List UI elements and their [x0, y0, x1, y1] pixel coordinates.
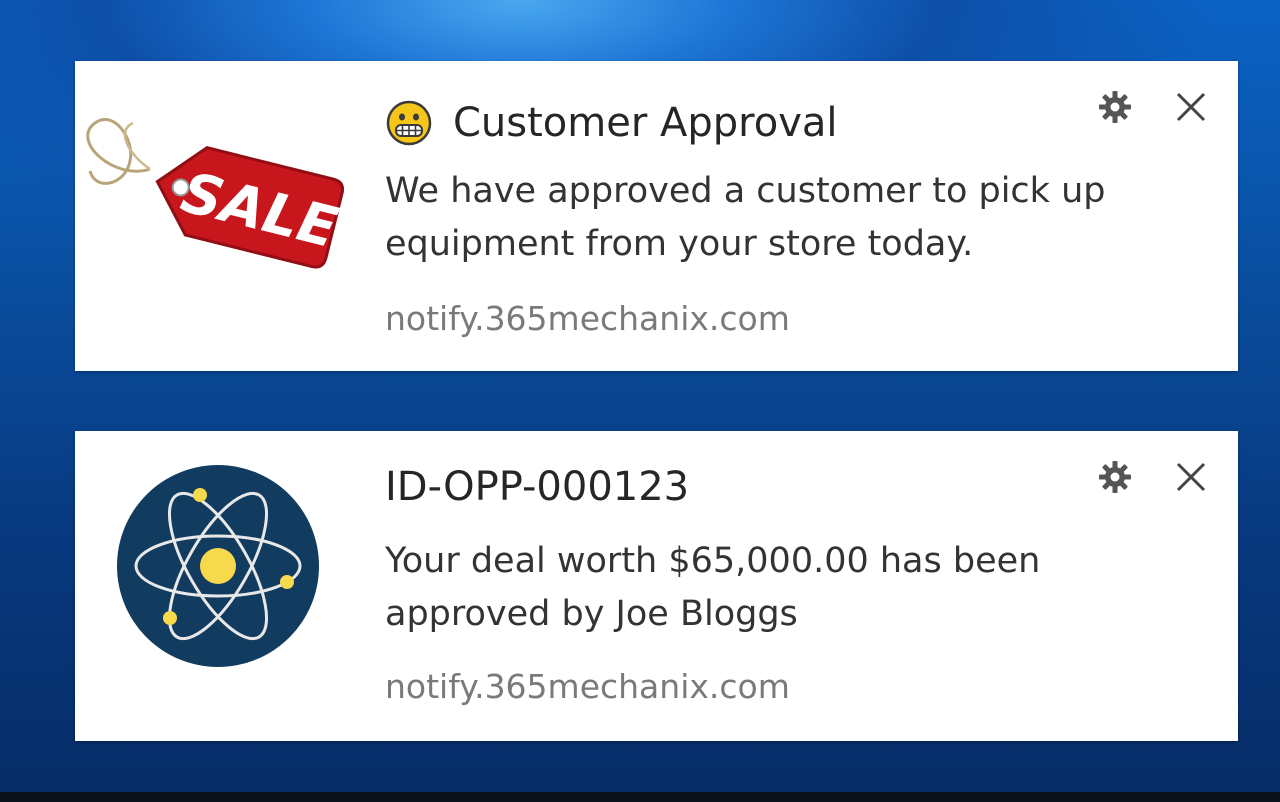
notification-deal-approved[interactable]: ID-OPP-000123 Your deal worth $65,000.00…	[75, 431, 1238, 741]
notification-header: Customer Approval	[385, 97, 838, 149]
close-icon[interactable]	[1173, 459, 1209, 495]
gear-icon[interactable]	[1097, 459, 1133, 495]
notification-source: notify.365mechanix.com	[385, 667, 790, 706]
notification-message: We have approved a customer to pick up e…	[385, 171, 1106, 264]
taskbar	[0, 792, 1280, 802]
sale-tag-icon: SALE	[75, 61, 375, 371]
grimacing-face-emoji-icon	[385, 99, 433, 147]
notification-title: Customer Approval	[453, 100, 838, 146]
gear-icon[interactable]	[1097, 89, 1133, 125]
atom-logo-icon	[75, 431, 375, 741]
notification-source: notify.365mechanix.com	[385, 299, 790, 338]
notification-message: Your deal worth $65,000.00 has been appr…	[385, 541, 1041, 634]
close-icon[interactable]	[1173, 89, 1209, 125]
notification-title: ID-OPP-000123	[385, 464, 690, 510]
notification-customer-approval[interactable]: SALE Customer Approval We have approved …	[75, 61, 1238, 371]
notification-header: ID-OPP-000123	[385, 461, 689, 513]
